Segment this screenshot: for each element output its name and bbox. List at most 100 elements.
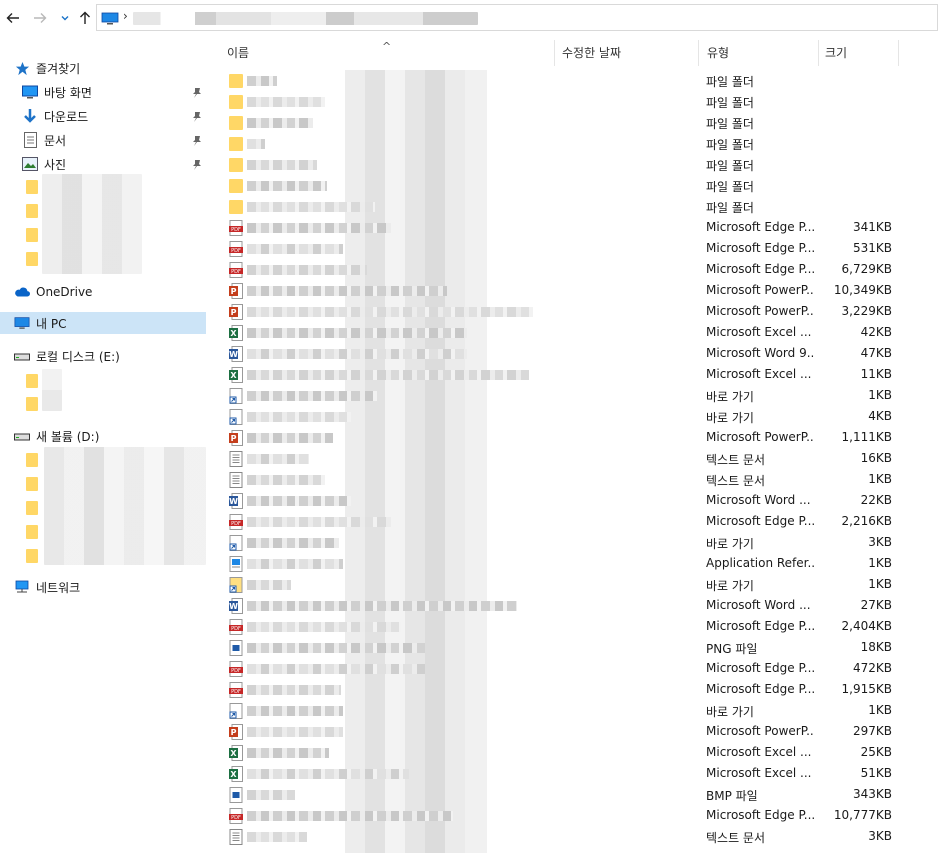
folder-icon[interactable] [26,252,38,266]
sidebar-item-documents[interactable]: 문서 [22,129,66,151]
column-divider[interactable] [898,40,899,66]
redacted-file-name [247,622,401,632]
sidebar-item-drive-e[interactable]: 로컬 디스크 (E:) [14,345,120,367]
file-size: 42KB [860,325,892,339]
sidebar-item-this-pc[interactable]: 내 PC [0,312,206,334]
file-row[interactable]: P Microsoft PowerP... 297KB [209,721,939,742]
file-row[interactable]: 파일 폴더 [209,196,939,217]
file-row[interactable]: BMP 파일 343KB [209,784,939,805]
column-header-type[interactable]: 유형 [707,36,729,68]
sidebar-item-onedrive[interactable]: OneDrive [14,281,92,303]
file-row[interactable]: P Microsoft PowerP... 1,111KB [209,427,939,448]
redacted-name [42,369,62,411]
back-button[interactable] [4,9,22,27]
file-size: 297KB [852,724,892,738]
file-type: Microsoft Excel ... [706,325,812,339]
svg-text:PDF: PDF [231,227,241,233]
folder-icon[interactable] [26,525,38,539]
file-row[interactable]: X Microsoft Excel ... 42KB [209,322,939,343]
file-row[interactable]: X Microsoft Excel ... 51KB [209,763,939,784]
folder-icon[interactable] [26,374,38,388]
file-type: 파일 폴더 [706,96,754,110]
folder-icon[interactable] [26,204,38,218]
redacted-file-name [247,706,343,716]
file-row[interactable]: 바로 가기 3KB [209,532,939,553]
file-size: 3KB [868,535,892,549]
file-row[interactable]: 바로 가기 1KB [209,700,939,721]
file-row[interactable]: PDF Microsoft Edge P... 472KB [209,658,939,679]
file-row[interactable]: 바로 가기 4KB [209,406,939,427]
column-header-row: 이름 ^ 수정한 날짜 유형 크기 [209,36,939,68]
column-header-size[interactable]: 크기 [825,36,847,68]
file-row[interactable]: 텍스트 문서 3KB [209,826,939,847]
folder-icon[interactable] [26,501,38,515]
quick-access[interactable]: 즐겨찾기 [14,57,80,79]
shortcut-icon [229,535,243,551]
svg-text:PDF: PDF [231,668,241,674]
file-row[interactable]: PDF Microsoft Edge P... 341KB [209,217,939,238]
recent-locations-button[interactable] [56,9,74,27]
file-row[interactable]: PDF Microsoft Edge P... 6,729KB [209,259,939,280]
file-row[interactable]: 파일 폴더 [209,112,939,133]
redacted-name [42,174,142,274]
file-row[interactable]: PDF Microsoft Edge P... 1,915KB [209,679,939,700]
file-size: 531KB [852,241,892,255]
shortcut-icon [229,577,243,593]
file-row[interactable]: PDF Microsoft Edge P... 2,216KB [209,511,939,532]
file-size: 51KB [860,766,892,780]
file-type: BMP 파일 [706,789,758,803]
excel-file-icon: X [229,745,243,761]
column-header-date[interactable]: 수정한 날짜 [562,36,621,68]
address-bar[interactable]: › [96,4,938,31]
sidebar-item-drive-d[interactable]: 새 볼륨 (D:) [14,425,99,447]
file-row[interactable]: W Microsoft Word ... 22KB [209,490,939,511]
file-row[interactable]: P Microsoft PowerP... 10,349KB [209,280,939,301]
file-row[interactable]: W Microsoft Word 9... 47KB [209,343,939,364]
column-header-name[interactable]: 이름 [227,36,249,68]
navigation-bar: › [0,0,939,36]
file-row[interactable]: 텍스트 문서 16KB [209,448,939,469]
sidebar-item-label: 문서 [44,133,67,148]
file-row[interactable]: PDF Microsoft Edge P... 531KB [209,238,939,259]
column-divider[interactable] [698,40,699,66]
redacted-file-name [247,307,533,317]
file-row[interactable]: 파일 폴더 [209,133,939,154]
redacted-file-name [247,832,307,842]
file-size: 1KB [868,388,892,402]
file-row[interactable]: PNG 파일 18KB [209,637,939,658]
forward-button[interactable] [31,9,49,27]
file-row[interactable]: 파일 폴더 [209,154,939,175]
folder-icon[interactable] [26,228,38,242]
file-row[interactable]: 바로 가기 1KB [209,385,939,406]
file-row[interactable]: X Microsoft Excel ... 11KB [209,364,939,385]
sidebar-item-pictures[interactable]: 사진 [22,153,66,175]
svg-text:X: X [230,329,237,338]
folder-icon[interactable] [26,180,38,194]
file-row[interactable]: X Microsoft Excel ... 25KB [209,742,939,763]
file-type: 파일 폴더 [706,117,754,131]
redacted-file-name [247,769,409,779]
folder-icon[interactable] [26,397,38,411]
column-divider[interactable] [554,40,555,66]
sidebar-item-desktop[interactable]: 바탕 화면 [22,81,92,103]
sidebar-item-downloads[interactable]: 다운로드 [22,105,88,127]
folder-icon[interactable] [26,549,38,563]
file-type: PNG 파일 [706,642,758,656]
sidebar-item-network[interactable]: 네트워크 [14,576,80,598]
file-row[interactable]: PDF Microsoft Edge P... 10,777KB [209,805,939,826]
file-row[interactable]: P Microsoft PowerP... 3,229KB [209,301,939,322]
file-row[interactable]: 파일 폴더 [209,91,939,112]
folder-icon[interactable] [26,453,38,467]
file-row[interactable]: 파일 폴더 [209,175,939,196]
sidebar-item-label: 바탕 화면 [44,85,92,100]
column-divider[interactable] [818,40,819,66]
file-row[interactable]: W Microsoft Word ... 27KB [209,595,939,616]
up-button[interactable] [76,9,94,27]
file-row[interactable]: 텍스트 문서 1KB [209,469,939,490]
file-row[interactable]: Application Refer... 1KB [209,553,939,574]
file-row[interactable]: PDF Microsoft Edge P... 2,404KB [209,616,939,637]
file-row[interactable]: 파일 폴더 [209,70,939,91]
file-row[interactable]: 바로 가기 1KB [209,574,939,595]
file-size: 1,111KB [841,430,892,444]
folder-icon[interactable] [26,477,38,491]
